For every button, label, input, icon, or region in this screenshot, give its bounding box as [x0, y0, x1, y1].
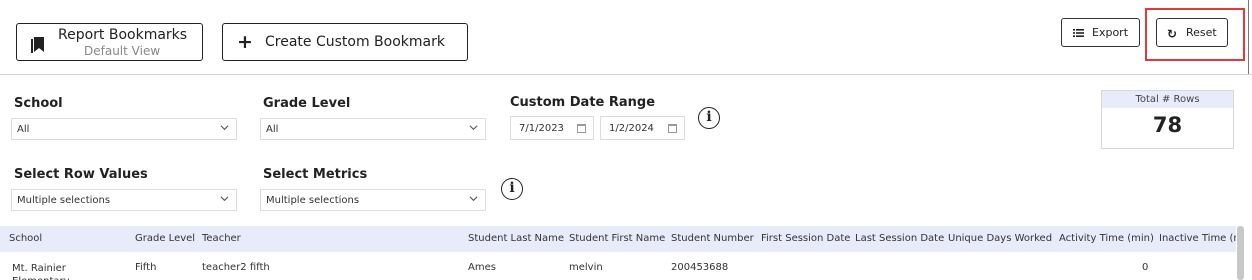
column-header-inactive-time[interactable]: Inactive Time (m: [1159, 233, 1236, 244]
bookmark-icon: [31, 37, 44, 53]
chevron-down-icon: [469, 196, 478, 202]
metrics-value: Multiple selections: [266, 195, 360, 206]
cell-student-number: 200453688: [671, 262, 729, 273]
plus-icon: +: [237, 31, 253, 53]
window-edge: [1248, 0, 1249, 75]
school-select[interactable]: All: [11, 118, 237, 140]
report-page: Report Bookmarks Default View + Create C…: [0, 0, 1252, 280]
report-bookmarks-button[interactable]: Report Bookmarks Default View: [16, 23, 203, 61]
export-button[interactable]: Export: [1061, 18, 1140, 47]
school-value: All: [17, 124, 30, 135]
total-rows-value: 78: [1152, 113, 1183, 137]
cell-grade-level: Fifth: [135, 262, 157, 273]
total-rows-label: Total # Rows: [1102, 91, 1233, 108]
grade-level-value: All: [266, 124, 279, 135]
toolbar-divider: [0, 74, 1252, 75]
create-custom-bookmark-label: Create Custom Bookmark: [265, 34, 445, 50]
info-icon[interactable]: i: [698, 107, 720, 129]
metrics-select[interactable]: Multiple selections: [260, 189, 486, 211]
refresh-icon: ↻: [1167, 27, 1178, 41]
row-values-label: Select Row Values: [14, 167, 148, 182]
column-header-student-number[interactable]: Student Number: [671, 233, 754, 244]
list-icon: [1073, 29, 1084, 37]
row-values-select[interactable]: Multiple selections: [11, 189, 237, 211]
column-header-student-first-name[interactable]: Student First Name: [569, 233, 665, 244]
info-icon[interactable]: i: [501, 178, 523, 200]
export-label: Export: [1092, 26, 1129, 39]
column-header-teacher[interactable]: Teacher: [202, 233, 241, 244]
bookmarks-title: Report Bookmarks: [58, 27, 188, 43]
chevron-down-icon: [469, 125, 478, 131]
row-values-value: Multiple selections: [17, 195, 111, 206]
grade-level-select[interactable]: All: [260, 118, 486, 140]
cell-teacher: teacher2 fifth: [202, 262, 270, 273]
metrics-label: Select Metrics: [263, 167, 368, 182]
column-header-student-last-name[interactable]: Student Last Name: [468, 233, 564, 244]
reset-button[interactable]: ↻ Reset: [1156, 18, 1228, 47]
calendar-icon: [668, 124, 677, 133]
column-header-school[interactable]: School: [9, 233, 42, 244]
total-rows-card: Total # Rows 78: [1101, 90, 1234, 149]
column-header-last-session-date[interactable]: Last Session Date: [855, 233, 944, 244]
column-header-first-session-date[interactable]: First Session Date: [761, 233, 850, 244]
cell-school: Mt. Rainier Elementary: [12, 263, 70, 280]
cell-student-last-name: Ames: [468, 262, 496, 273]
grade-level-label: Grade Level: [263, 96, 351, 111]
column-header-unique-days-worked[interactable]: Unique Days Worked: [948, 233, 1052, 244]
start-date-value: 7/1/2023: [519, 123, 564, 134]
table-header: School Grade Level Teacher Student Last …: [0, 226, 1236, 252]
table-scrollbar[interactable]: [1237, 226, 1244, 280]
column-header-activity-time[interactable]: Activity Time (min): [1059, 233, 1154, 244]
start-date-input[interactable]: 7/1/2023: [510, 116, 594, 140]
cell-activity-time: 0: [1142, 262, 1149, 273]
chevron-down-icon: [220, 196, 229, 202]
chevron-down-icon: [220, 125, 229, 131]
bookmarks-subtitle: Default View: [84, 44, 161, 58]
create-custom-bookmark-button[interactable]: + Create Custom Bookmark: [222, 23, 468, 61]
reset-label: Reset: [1186, 26, 1217, 39]
column-header-grade-level[interactable]: Grade Level: [135, 233, 195, 244]
end-date-value: 1/2/2024: [609, 123, 654, 134]
end-date-input[interactable]: 1/2/2024: [600, 116, 685, 140]
calendar-icon: [577, 124, 586, 133]
date-range-label: Custom Date Range: [510, 95, 656, 110]
cell-student-first-name: melvin: [569, 262, 603, 273]
school-label: School: [14, 96, 63, 111]
